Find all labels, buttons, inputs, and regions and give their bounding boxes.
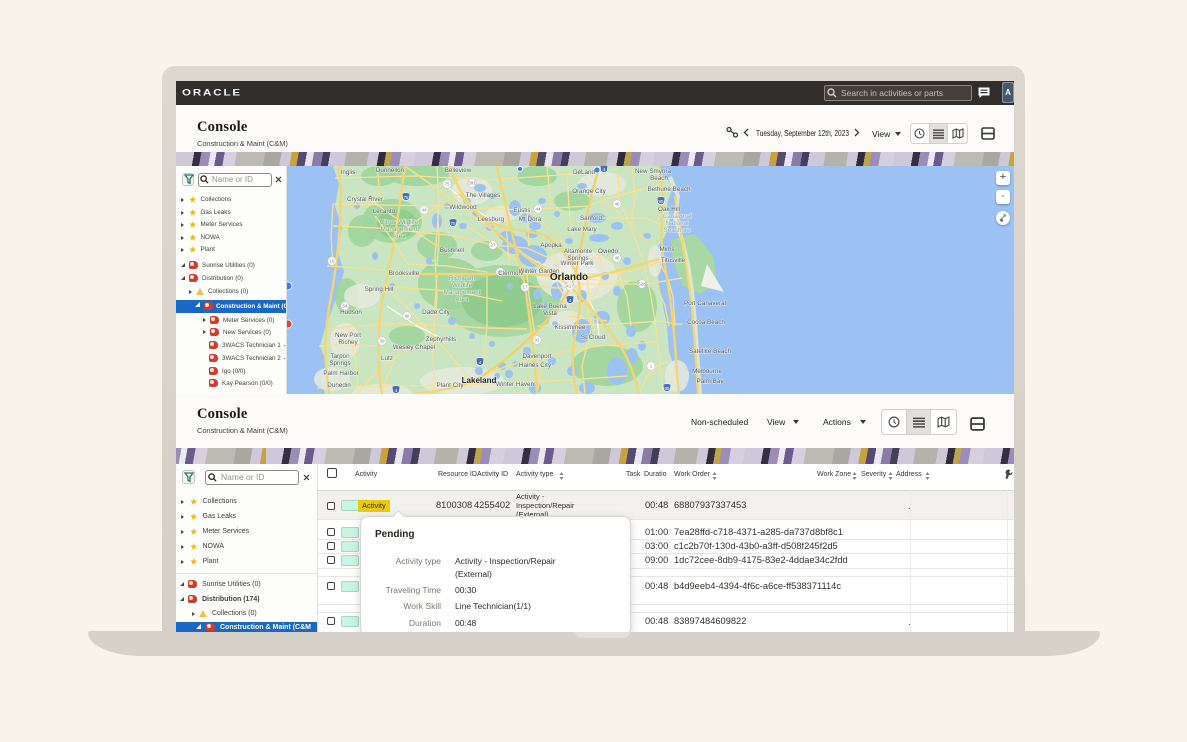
svg-text:Dunnellon: Dunnellon bbox=[376, 167, 405, 174]
svg-text:Melbourne: Melbourne bbox=[692, 368, 722, 375]
svg-text:Lake Mary: Lake Mary bbox=[567, 226, 597, 233]
svg-text:Wildlife: Wildlife bbox=[452, 282, 473, 289]
svg-text:95: 95 bbox=[664, 386, 670, 391]
svg-text:Orlando: Orlando bbox=[550, 272, 588, 283]
svg-text:Zephyrhills: Zephyrhills bbox=[426, 336, 456, 343]
svg-text:Belleview: Belleview bbox=[445, 167, 472, 174]
svg-text:Lake Buena: Lake Buena bbox=[533, 303, 567, 310]
svg-text:301: 301 bbox=[468, 181, 476, 186]
svg-text:Palm Bay: Palm Bay bbox=[697, 378, 725, 385]
svg-text:Port Canaveral: Port Canaveral bbox=[684, 300, 726, 307]
svg-text:Satellite Beach: Satellite Beach bbox=[689, 348, 732, 355]
svg-text:Brooksville: Brooksville bbox=[389, 270, 420, 277]
svg-text:95: 95 bbox=[658, 199, 664, 204]
svg-text:Bushnell: Bushnell bbox=[440, 247, 464, 254]
svg-text:19: 19 bbox=[329, 259, 335, 264]
svg-text:98: 98 bbox=[404, 314, 410, 319]
svg-text:Mt Dora: Mt Dora bbox=[519, 216, 542, 223]
svg-text:Seashore: Seashore bbox=[664, 227, 691, 234]
svg-text:75: 75 bbox=[444, 182, 450, 187]
svg-text:Altamonte: Altamonte bbox=[564, 248, 593, 255]
svg-text:Haines City: Haines City bbox=[519, 362, 552, 369]
svg-text:Vista: Vista bbox=[543, 310, 557, 317]
svg-text:39: 39 bbox=[379, 339, 385, 344]
svg-text:Sanford: Sanford bbox=[580, 215, 603, 222]
svg-text:46: 46 bbox=[614, 202, 620, 207]
svg-text:Lutz: Lutz bbox=[381, 355, 393, 362]
svg-text:Richey: Richey bbox=[338, 339, 358, 346]
svg-text:Orange City: Orange City bbox=[572, 188, 606, 195]
svg-text:Apopka: Apopka bbox=[540, 242, 562, 249]
svg-text:Winter Haven: Winter Haven bbox=[496, 381, 535, 388]
svg-text:27: 27 bbox=[490, 243, 496, 248]
svg-text:75: 75 bbox=[450, 221, 456, 226]
svg-text:Springs: Springs bbox=[567, 255, 588, 262]
svg-text:Dade City: Dade City bbox=[422, 309, 450, 316]
svg-text:New Smyrna: New Smyrna bbox=[635, 168, 672, 175]
svg-text:Bethune Beach: Bethune Beach bbox=[647, 186, 691, 193]
svg-text:Tarpon: Tarpon bbox=[330, 353, 350, 360]
svg-text:Oviedo: Oviedo bbox=[598, 248, 618, 255]
svg-text:Spring Hill: Spring Hill bbox=[365, 286, 394, 293]
svg-text:Area: Area bbox=[392, 233, 406, 240]
svg-text:National: National bbox=[665, 220, 688, 227]
svg-text:Dunedin: Dunedin bbox=[327, 382, 351, 389]
svg-text:44: 44 bbox=[535, 207, 541, 212]
svg-text:Wildwood: Wildwood bbox=[449, 204, 477, 211]
svg-text:Hudson: Hudson bbox=[340, 309, 362, 316]
svg-text:75: 75 bbox=[403, 195, 409, 200]
svg-text:528: 528 bbox=[638, 282, 646, 287]
svg-text:Lakeland: Lakeland bbox=[462, 376, 497, 385]
svg-text:Davenport: Davenport bbox=[522, 353, 551, 360]
svg-text:The Villages: The Villages bbox=[466, 192, 501, 199]
svg-text:Beach: Beach bbox=[650, 175, 668, 182]
svg-text:Oak Hill: Oak Hill bbox=[658, 206, 680, 213]
svg-text:Cocoa Beach: Cocoa Beach bbox=[687, 319, 725, 326]
svg-text:17: 17 bbox=[522, 285, 528, 290]
svg-text:Area: Area bbox=[455, 296, 469, 303]
svg-text:Inglis: Inglis bbox=[341, 169, 356, 176]
svg-text:Kissimmee: Kissimmee bbox=[555, 324, 586, 331]
svg-text:Canaveral: Canaveral bbox=[663, 213, 692, 220]
svg-text:Titusville: Titusville bbox=[661, 257, 686, 264]
svg-text:Mims: Mims bbox=[659, 246, 674, 253]
svg-text:Crystal River: Crystal River bbox=[347, 196, 383, 203]
svg-text:44: 44 bbox=[421, 208, 427, 213]
svg-text:Eustis: Eustis bbox=[513, 207, 530, 214]
svg-text:Management: Management bbox=[444, 289, 481, 296]
svg-text:Plant City: Plant City bbox=[437, 382, 465, 389]
svg-text:Leesburg: Leesburg bbox=[478, 216, 505, 223]
svg-text:417: 417 bbox=[566, 284, 574, 289]
svg-text:DeLand: DeLand bbox=[573, 169, 596, 176]
svg-text:Lecanto: Lecanto bbox=[373, 208, 396, 215]
svg-text:St Cloud: St Cloud bbox=[581, 334, 606, 341]
svg-text:54: 54 bbox=[342, 304, 348, 309]
svg-text:Richloam: Richloam bbox=[449, 275, 475, 282]
svg-text:Citrus Wildlife: Citrus Wildlife bbox=[380, 219, 419, 226]
svg-text:Wesley Chapel: Wesley Chapel bbox=[393, 344, 435, 351]
svg-text:Palm Harbor: Palm Harbor bbox=[323, 370, 358, 377]
svg-text:92: 92 bbox=[534, 338, 540, 343]
svg-text:Springs: Springs bbox=[329, 360, 350, 367]
svg-text:46: 46 bbox=[614, 256, 620, 261]
svg-text:Management: Management bbox=[381, 226, 418, 233]
svg-text:New Port: New Port bbox=[335, 332, 361, 339]
